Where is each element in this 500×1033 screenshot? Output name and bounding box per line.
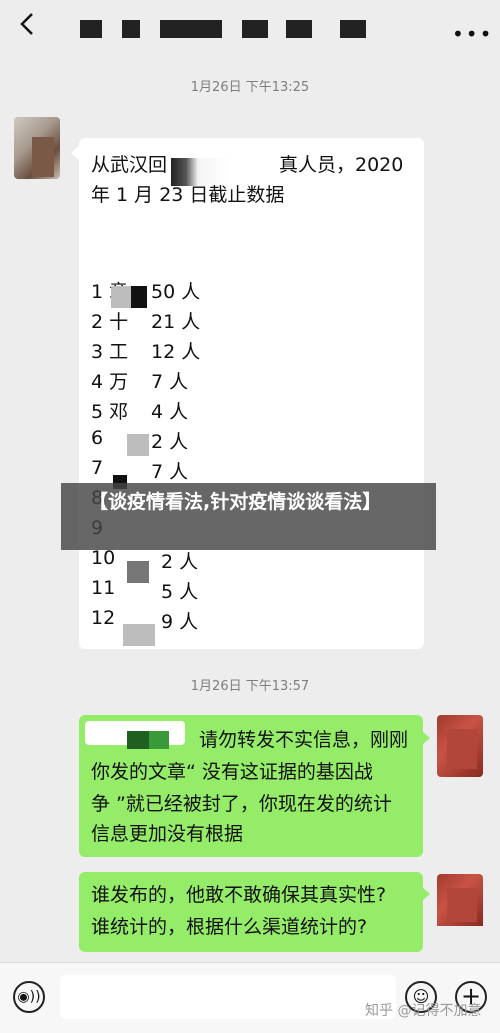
message-text: 你发的文章“ 没有这证据的基因战: [91, 761, 373, 783]
list-item-value: 7 人: [151, 371, 189, 393]
message-text: 从武汉回: [91, 154, 168, 176]
message-bubble-received[interactable]: 从武汉回 真人员，2020 年 1 月 23 日截止数据 1 章 50 人 2 …: [79, 138, 424, 649]
list-item-number: 10: [91, 547, 116, 569]
message-text: 真人员，2020: [279, 154, 404, 176]
chat-title-redacted: [122, 20, 140, 38]
list-item-value: 5 人: [161, 581, 199, 603]
ellipsis-icon[interactable]: •••: [452, 22, 493, 46]
chevron-left-icon[interactable]: [14, 10, 42, 38]
avatar[interactable]: [14, 117, 60, 179]
voice-icon[interactable]: ◉)): [13, 981, 45, 1013]
message-bubble-sent[interactable]: 请勿转发不实信息，刚刚 你发的文章“ 没有这证据的基因战 争 ”就已经被封了，你…: [79, 715, 423, 857]
redacted-mosaic: [127, 561, 149, 583]
list-item-value: 2 人: [161, 551, 199, 573]
redacted-mosaic: [111, 286, 131, 308]
list-item-value: 7 人: [151, 461, 189, 483]
message-text: 谁发布的，他敢不敢确保其真实性?: [91, 884, 387, 906]
input-bar: ◉)) ☺ +: [0, 962, 500, 1033]
message-text: 请勿转发不实信息，刚刚: [199, 729, 409, 751]
list-item-value: 4 人: [151, 401, 189, 423]
list-item-number: 5 邓: [91, 401, 129, 423]
chat-title-redacted: [160, 20, 222, 38]
timestamp: 1月26日 下午13:25: [190, 80, 310, 95]
list-item-value: 2 人: [151, 431, 189, 453]
message-text: 争 ”就已经被封了，你现在发的统计: [91, 793, 392, 815]
banner-text: 【谈疫情看法,针对疫情谈谈看法】: [89, 491, 382, 513]
list-item-number: 7: [91, 457, 104, 479]
message-text: 谁统计的，根据什么渠道统计的?: [91, 916, 368, 938]
redacted-mosaic: [131, 286, 147, 308]
message-input[interactable]: [60, 975, 396, 1019]
list-item-number: 4 万: [91, 371, 129, 393]
list-item-value: 50 人: [151, 281, 201, 303]
list-item-number: 2 十: [91, 311, 129, 333]
list-item-value: 12 人: [151, 341, 201, 363]
avatar[interactable]: [437, 715, 483, 777]
redacted-mosaic: [123, 624, 155, 646]
list-item-number: 6: [91, 427, 104, 449]
chat-title-redacted: [242, 20, 268, 38]
chat-title-redacted: [340, 20, 366, 38]
message-text: 信息更加没有根据: [91, 823, 244, 845]
watermark: 知乎 @记得不加意: [365, 1003, 482, 1019]
message-text: 年 1 月 23 日截止数据: [91, 184, 285, 206]
list-item-value: 9 人: [161, 611, 199, 633]
list-item-number: 3 工: [91, 341, 129, 363]
bubble-tail: [422, 887, 430, 901]
avatar[interactable]: [437, 874, 483, 936]
chat-title-redacted: [286, 20, 312, 38]
redacted-mosaic: [127, 731, 149, 749]
bubble-tail: [422, 731, 430, 745]
timestamp: 1月26日 下午13:57: [190, 679, 310, 694]
redacted-mosaic: [127, 434, 149, 456]
chat-title-redacted: [80, 20, 102, 38]
list-item-number: 11: [91, 577, 116, 599]
list-item-number: 12: [91, 607, 116, 629]
list-item-value: 21 人: [151, 311, 201, 333]
top-nav-bar: •••: [0, 0, 500, 52]
message-bubble-sent[interactable]: 谁发布的，他敢不敢确保其真实性? 谁统计的，根据什么渠道统计的?: [79, 872, 423, 952]
article-title-banner: 【谈疫情看法,针对疫情谈谈看法】: [61, 483, 436, 550]
redacted-mosaic: [149, 731, 169, 749]
bubble-tail: [71, 146, 79, 160]
